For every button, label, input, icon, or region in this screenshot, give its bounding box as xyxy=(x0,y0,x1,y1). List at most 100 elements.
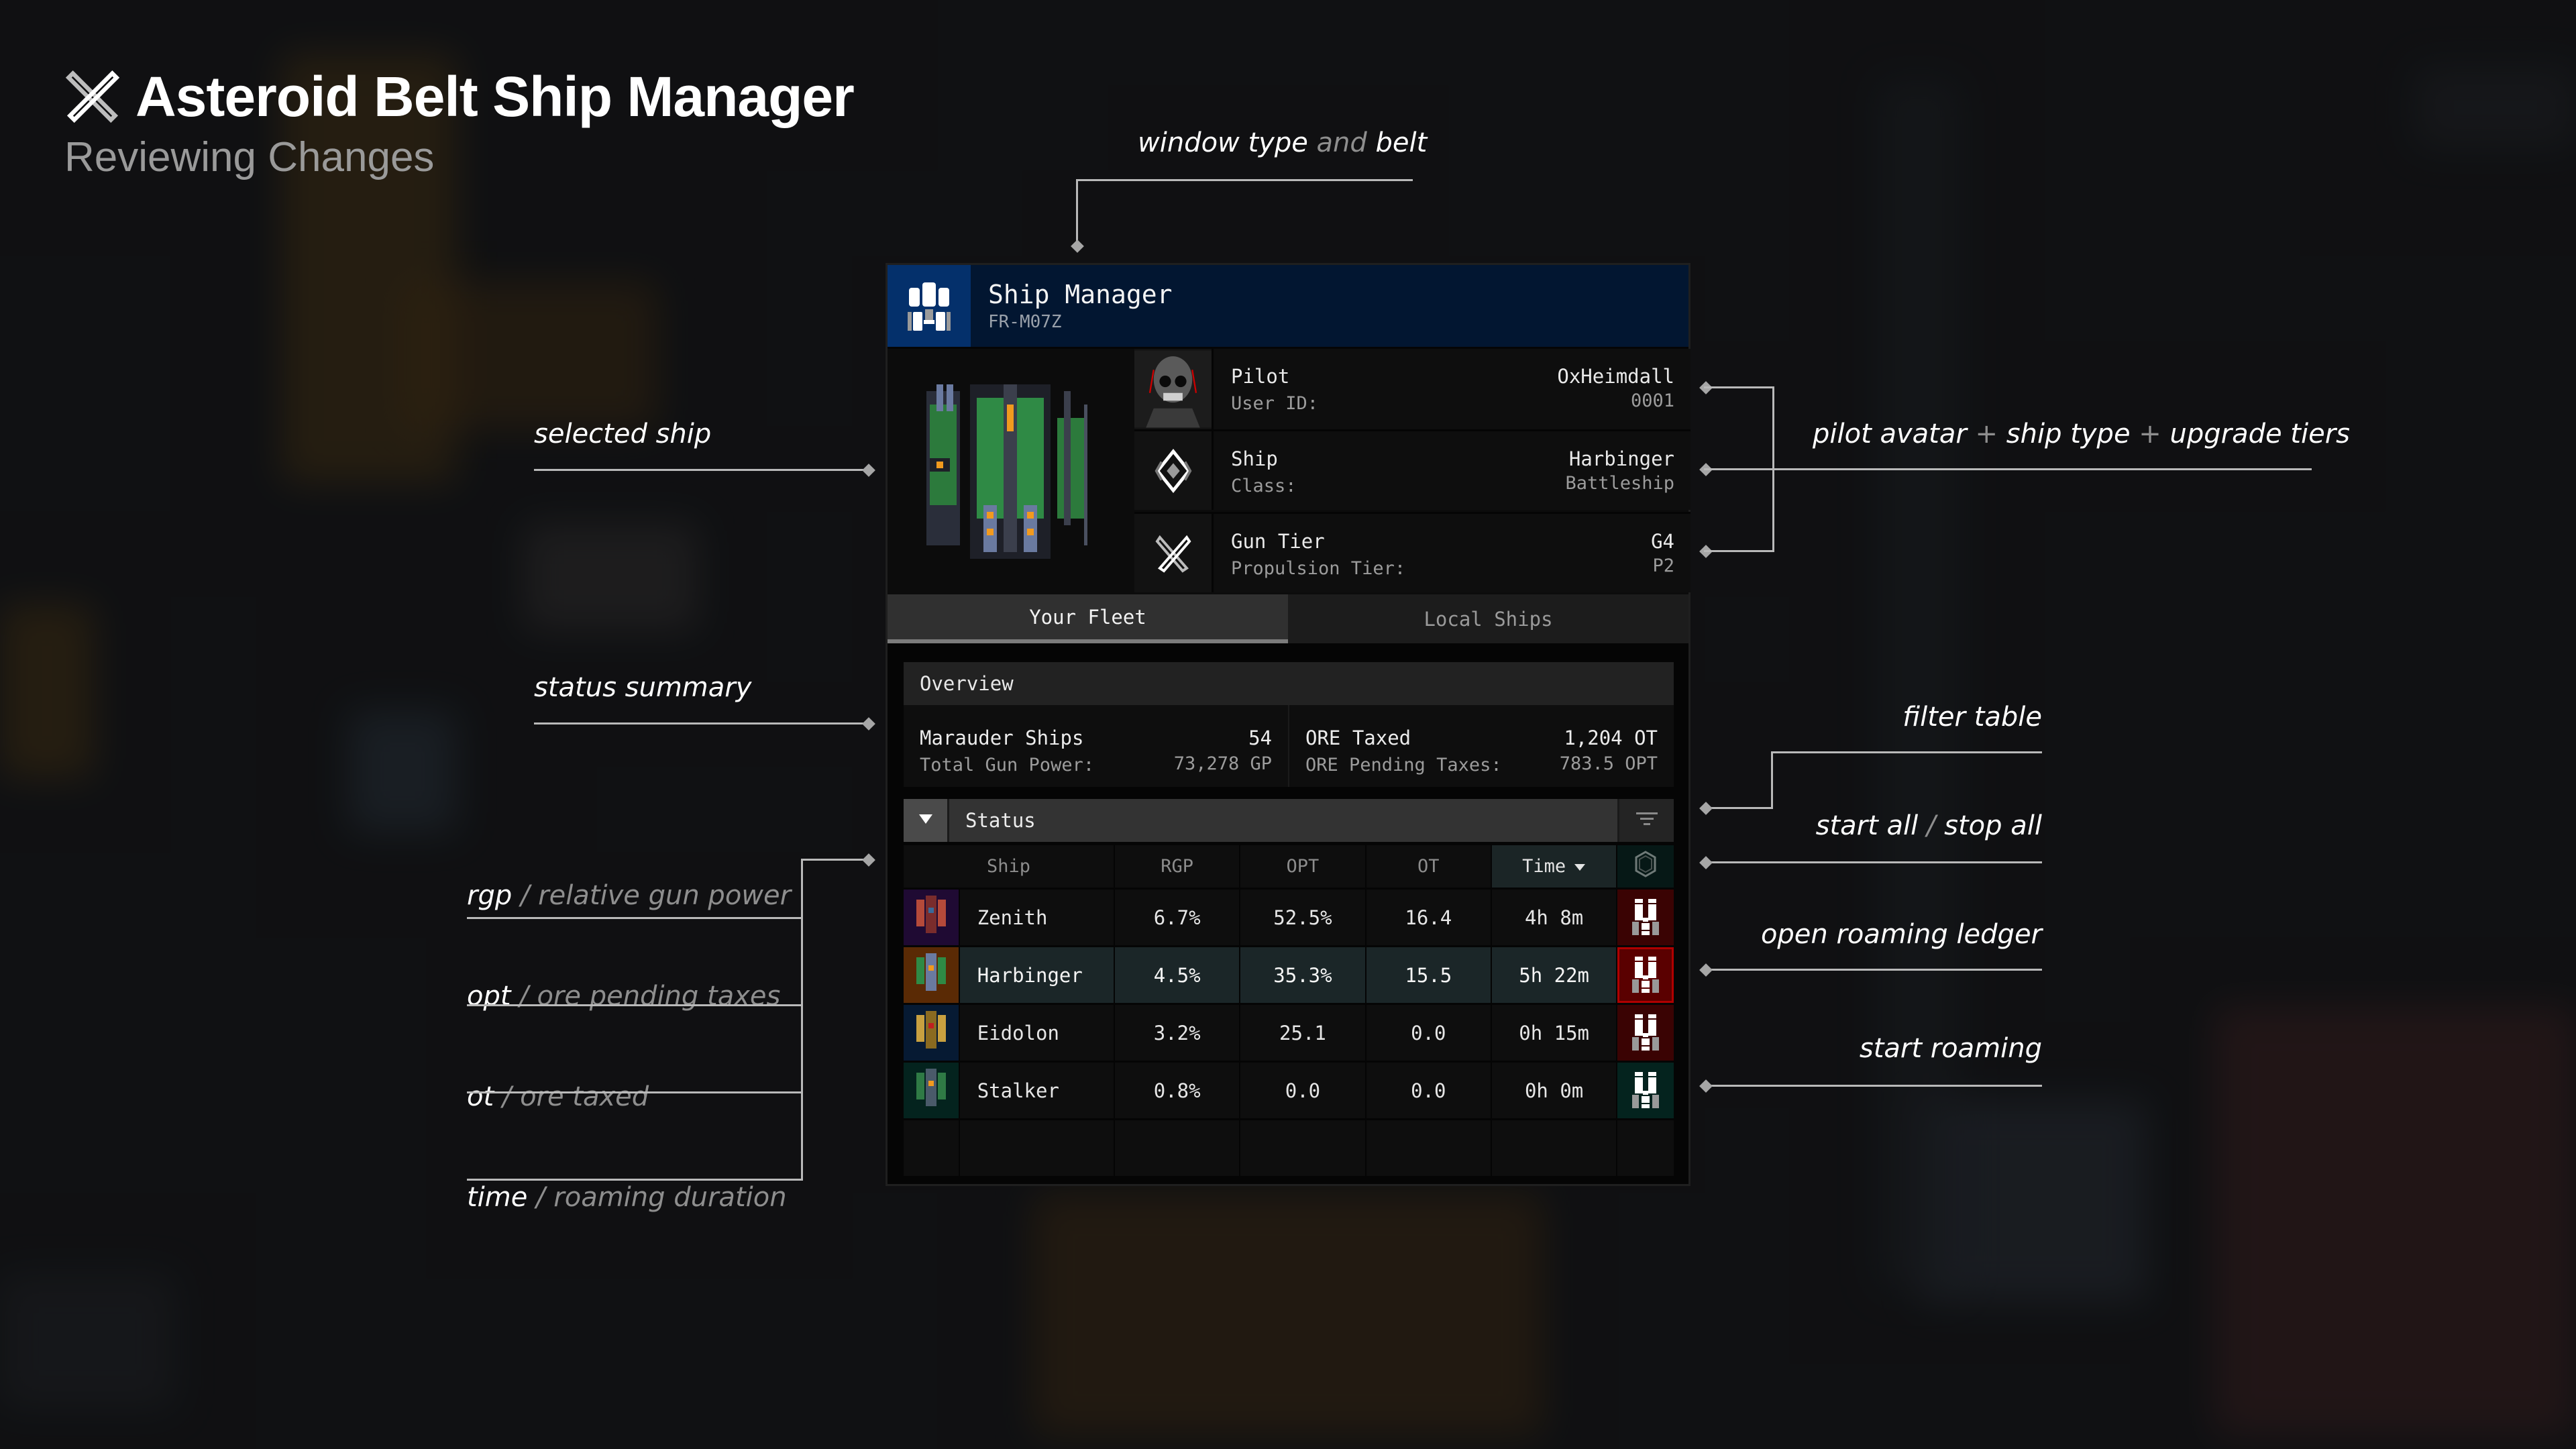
empty-row xyxy=(904,1118,1674,1176)
column-header-ot[interactable]: OT xyxy=(1366,845,1492,888)
annotation-line xyxy=(467,1004,802,1006)
ore-pending-value: 783.5 OPT xyxy=(1559,753,1658,774)
triangle-down-icon xyxy=(918,813,933,828)
window-title: Ship Manager xyxy=(988,280,1173,309)
column-header-ship[interactable]: Ship xyxy=(904,845,1115,888)
opt-cell: 0.0 xyxy=(1240,1063,1366,1118)
ship-name: Harbinger xyxy=(1568,447,1674,470)
ot-cell: 15.5 xyxy=(1366,947,1492,1003)
ot-cell: 0.0 xyxy=(1366,1005,1492,1061)
ship-class-row: Ship Class: Harbinger Battleship xyxy=(1134,429,1690,510)
page-subtitle: Reviewing Changes xyxy=(64,134,435,180)
open-roaming-ledger-button[interactable] xyxy=(1617,890,1674,945)
open-roaming-ledger-button[interactable] xyxy=(1617,947,1674,1003)
annotation-line xyxy=(801,859,868,861)
tools-icon xyxy=(1134,514,1214,592)
roaming-ship-icon xyxy=(1617,1005,1674,1061)
annotation-start-stop: start all / stop all xyxy=(1815,810,2042,841)
table-row[interactable]: Zenith 6.7% 52.5% 16.4 4h 8m xyxy=(904,888,1674,945)
belt-code: FR-M07Z xyxy=(988,312,1062,332)
annotation-opt: opt / ore pending taxes xyxy=(467,981,781,1012)
empty-cell xyxy=(1114,1120,1241,1176)
annotation-line xyxy=(1704,861,2042,863)
ship-sprite-icon xyxy=(911,949,951,1001)
annotation-line xyxy=(1704,1085,2042,1087)
column-header-rgp[interactable]: RGP xyxy=(1114,845,1241,888)
table-row[interactable]: Eidolon 3.2% 25.1 0.0 0h 15m xyxy=(904,1003,1674,1061)
annotation-window-type: window type and belt xyxy=(1138,127,1428,158)
gun-tier-label: Gun Tier xyxy=(1231,530,1325,553)
open-roaming-ledger-button[interactable] xyxy=(1617,1005,1674,1061)
status-bar: Status xyxy=(904,799,1674,842)
annotation-line xyxy=(534,722,868,724)
column-header-opt[interactable]: OPT xyxy=(1240,845,1366,888)
ship-info-section: Pilot User ID: OxHeimdall 0001 Ship Clas… xyxy=(888,349,1690,594)
status-label: Status xyxy=(949,799,1617,842)
ship-thumbnail xyxy=(904,890,960,945)
page-heading: Asteroid Belt Ship Manager Reviewing Cha… xyxy=(64,64,855,181)
filter-button[interactable] xyxy=(1617,799,1674,842)
overview-title: Overview xyxy=(904,662,1674,705)
annotation-time: time / roaming duration xyxy=(467,1182,787,1213)
ship-name-cell: Eidolon xyxy=(959,1005,1115,1061)
ship-thumbnail xyxy=(904,1063,960,1118)
opt-cell: 35.3% xyxy=(1240,947,1366,1003)
start-roaming-button[interactable] xyxy=(1617,1063,1674,1118)
annotation-pilot-info: pilot avatar + ship type + upgrade tiers xyxy=(1813,419,2350,449)
overview-ore: ORE Taxed ORE Pending Taxes: 1,204 OT 78… xyxy=(1288,705,1674,787)
user-id-value: 0001 xyxy=(1630,390,1674,411)
ship-sprite-icon xyxy=(911,1007,951,1059)
overview-ships: Marauder Ships Total Gun Power: 54 73,27… xyxy=(904,705,1288,787)
fleet-table: Ship RGP OPT OT Time Zenith 6.7% 52.5% 1… xyxy=(904,843,1674,1176)
annotation-line xyxy=(1704,807,1773,809)
annotation-bracket xyxy=(801,859,803,1181)
empty-cell xyxy=(1366,1120,1492,1176)
annotation-line xyxy=(1076,179,1078,246)
table-row[interactable]: Harbinger 4.5% 35.3% 15.5 5h 22m xyxy=(904,945,1674,1003)
table-row[interactable]: Stalker 0.8% 0.0 0.0 0h 0m xyxy=(904,1061,1674,1118)
empty-cell xyxy=(959,1120,1115,1176)
pilot-name: OxHeimdall xyxy=(1557,365,1674,388)
annotation-line xyxy=(1771,751,1773,809)
annotation-status-summary: status summary xyxy=(534,672,752,703)
tab-your-fleet[interactable]: Your Fleet xyxy=(888,594,1288,643)
ship-thumbnail xyxy=(904,1005,960,1061)
gun-tier-value: G4 xyxy=(1651,530,1674,553)
opt-cell: 25.1 xyxy=(1240,1005,1366,1061)
roaming-ship-icon xyxy=(1617,890,1674,945)
start-stop-all-button[interactable] xyxy=(1617,845,1674,888)
annotation-ot: ot / ore taxed xyxy=(467,1081,649,1112)
annotation-rgp: rgp / relative gun power xyxy=(467,880,792,911)
column-header-time[interactable]: Time xyxy=(1491,845,1618,888)
tiers-row: Gun Tier Propulsion Tier: G4 P2 xyxy=(1134,512,1690,592)
selected-ship-image xyxy=(888,349,1133,594)
opt-cell: 52.5% xyxy=(1240,890,1366,945)
empty-cell xyxy=(904,1120,960,1176)
ot-cell: 16.4 xyxy=(1366,890,1492,945)
ship-name-cell: Harbinger xyxy=(959,947,1115,1003)
rgp-cell: 4.5% xyxy=(1114,947,1241,1003)
propulsion-tier-label: Propulsion Tier: xyxy=(1231,558,1406,579)
annotation-line xyxy=(1076,179,1413,181)
pilot-avatar xyxy=(1134,349,1214,429)
marauder-ships-value: 54 xyxy=(1248,727,1272,749)
total-gun-power-value: 73,278 GP xyxy=(1173,753,1272,774)
hexagon-icon xyxy=(1634,851,1657,882)
empty-cell xyxy=(1617,1120,1674,1176)
rgp-cell: 3.2% xyxy=(1114,1005,1241,1061)
annotation-selected-ship: selected ship xyxy=(534,419,712,449)
tab-local-ships[interactable]: Local Ships xyxy=(1288,594,1688,643)
time-cell: 0h 0m xyxy=(1491,1063,1618,1118)
roaming-ship-icon xyxy=(1617,1063,1674,1118)
window-header: Ship Manager FR-M07Z xyxy=(888,265,1688,347)
annotation-filter-table: filter table xyxy=(1902,702,2042,733)
propulsion-tier-value: P2 xyxy=(1652,555,1674,576)
pilot-row: Pilot User ID: OxHeimdall 0001 xyxy=(1134,349,1690,429)
ship-sprite-icon xyxy=(911,1065,951,1116)
rgp-cell: 6.7% xyxy=(1114,890,1241,945)
empty-cell xyxy=(1240,1120,1366,1176)
collapse-toggle[interactable] xyxy=(904,799,949,842)
column-header-time-label: Time xyxy=(1522,856,1566,877)
annotation-line xyxy=(1704,550,1774,552)
time-cell: 0h 15m xyxy=(1491,1005,1618,1061)
